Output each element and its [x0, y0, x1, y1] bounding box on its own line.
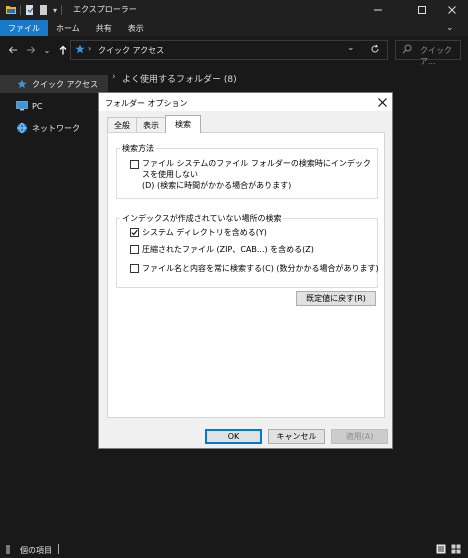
network-icon — [16, 122, 28, 134]
tab-view[interactable]: 表示 — [136, 117, 166, 132]
expand-ribbon-icon[interactable]: ⌄ — [446, 23, 454, 33]
search-placeholder: クイック ア... — [420, 46, 452, 66]
arrow-up-icon — [59, 45, 67, 55]
refresh-button[interactable] — [370, 44, 380, 56]
pc-icon — [16, 100, 28, 112]
sidebar-item-label: クイック アクセス — [32, 79, 99, 89]
option-include-system-dirs-label[interactable]: システム ディレクトリを含める(Y) — [142, 227, 267, 238]
checkbox-always-search-contents[interactable] — [130, 264, 139, 273]
chevron-down-icon: ⌄ — [43, 45, 51, 55]
cancel-button[interactable]: キャンセル — [268, 429, 325, 444]
window-title: エクスプローラー — [73, 5, 137, 14]
minimize-button[interactable] — [360, 0, 396, 20]
refresh-icon — [371, 44, 379, 53]
toolbar-divider — [61, 5, 63, 15]
close-button[interactable] — [436, 0, 468, 20]
tab-general[interactable]: 全般 — [107, 117, 137, 132]
folder-icon[interactable] — [6, 5, 16, 15]
apply-button[interactable]: 適用(A) — [331, 429, 388, 444]
item-count-value — [6, 545, 10, 554]
search-icon — [402, 44, 412, 56]
ribbon-tabs: ファイル ホーム 共有 表示 — [0, 20, 468, 36]
details-view-icon — [436, 544, 446, 554]
folder-options-dialog: フォルダー オプション 全般 表示 検索 検索方法 ファイル システムのファイル… — [98, 92, 393, 449]
arrow-right-icon — [27, 46, 36, 54]
properties-icon[interactable] — [25, 5, 35, 15]
back-button[interactable] — [6, 43, 20, 57]
minimize-icon — [374, 9, 382, 11]
maximize-icon — [418, 6, 426, 14]
group-label-nonindexed: インデックスが作成されていない場所の検索 — [120, 213, 284, 224]
option-no-index-label[interactable]: ファイル システムのファイル フォルダーの検索時にインデックスを使用しない (D… — [142, 158, 378, 191]
details-view-button[interactable] — [436, 544, 446, 556]
breadcrumb[interactable]: クイック アクセス — [98, 45, 164, 56]
tab-file[interactable]: ファイル — [0, 20, 48, 36]
sidebar-item-label: PC — [32, 101, 43, 111]
checkbox-include-compressed[interactable] — [130, 245, 139, 254]
item-count-label: 個の項目 — [20, 546, 52, 555]
address-dropdown-icon[interactable]: ⌄ — [347, 43, 355, 53]
sidebar-item-network[interactable]: ネットワーク — [0, 119, 108, 137]
group-label-search-method: 検索方法 — [120, 143, 156, 154]
status-divider — [58, 544, 59, 554]
up-button[interactable] — [56, 43, 70, 57]
checkmark-icon — [131, 229, 138, 236]
option-no-index-line2: (D) (検索に時間がかかる場合があります) — [142, 181, 292, 190]
recent-locations-button[interactable]: ⌄ — [40, 43, 54, 57]
customize-toolbar-icon[interactable]: ▾ — [53, 6, 57, 15]
maximize-button[interactable] — [404, 0, 440, 20]
close-icon — [448, 6, 456, 14]
star-icon — [75, 44, 85, 56]
arrow-left-icon — [8, 46, 17, 54]
option-include-compressed-label[interactable]: 圧縮されたファイル (ZIP、CAB...) を含める(Z) — [142, 244, 314, 255]
forward-button[interactable] — [24, 43, 38, 57]
ok-button[interactable]: OK — [205, 429, 262, 444]
star-icon — [16, 78, 28, 90]
restore-defaults-button[interactable]: 既定値に戻す(R) — [296, 291, 376, 306]
group-header-frequent-folders[interactable]: よく使用するフォルダー (8) — [122, 72, 237, 85]
tab-panel-search: 検索方法 ファイル システムのファイル フォルダーの検索時にインデックスを使用し… — [107, 132, 385, 418]
tab-home[interactable]: ホーム — [48, 20, 88, 36]
option-always-search-contents-label[interactable]: ファイル名と内容を常に検索する(C) (数分かかる場合があります) — [142, 263, 379, 274]
sidebar-item-label: ネットワーク — [32, 123, 80, 133]
sidebar-item-pc[interactable]: PC — [0, 97, 108, 115]
chevron-right-icon[interactable]: › — [112, 72, 116, 82]
option-no-index-line1: ファイル システムのファイル フォルダーの検索時にインデックスを使用しない — [142, 159, 371, 179]
tab-search[interactable]: 検索 — [165, 115, 201, 133]
new-folder-icon[interactable] — [39, 5, 49, 15]
close-icon — [377, 97, 387, 107]
breadcrumb-separator-icon: › — [88, 44, 92, 53]
tab-share[interactable]: 共有 — [88, 20, 120, 36]
quick-access-toolbar: ▾ — [6, 4, 63, 16]
large-icons-view-icon — [451, 544, 461, 554]
window-titlebar — [0, 0, 468, 20]
large-icons-view-button[interactable] — [451, 544, 461, 556]
tab-view[interactable]: 表示 — [120, 20, 152, 36]
toolbar-divider — [20, 5, 21, 15]
checkbox-include-system-dirs[interactable] — [130, 228, 139, 237]
checkbox-no-index[interactable] — [130, 160, 139, 169]
status-bar — [0, 540, 468, 558]
dialog-title: フォルダー オプション — [105, 99, 188, 108]
sidebar-item-quick-access[interactable]: クイック アクセス — [0, 75, 108, 93]
dialog-close-button[interactable] — [375, 95, 389, 109]
